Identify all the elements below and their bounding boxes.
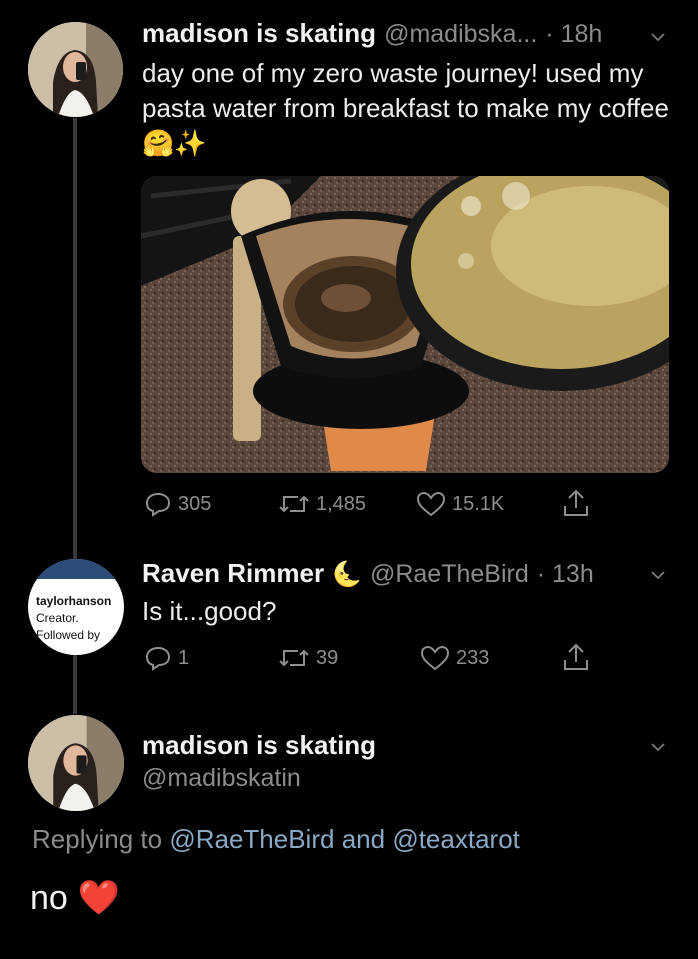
reply-icon xyxy=(145,492,171,517)
heart-emoji: ❤️ xyxy=(77,879,121,917)
emoji: 🤗✨ xyxy=(142,128,207,158)
avatar-text-line: Followed by xyxy=(36,628,101,642)
avatar[interactable]: taylorhanson Creator. Followed by xyxy=(28,559,124,655)
chevron-down-icon[interactable] xyxy=(651,30,665,44)
reply-count: 1 xyxy=(178,646,190,669)
avatar[interactable] xyxy=(28,22,123,117)
like-button[interactable]: 233 xyxy=(420,645,489,671)
reply-count: 305 xyxy=(178,492,212,515)
profile-photo-icon xyxy=(28,22,123,117)
retweet-icon xyxy=(279,495,309,513)
display-name[interactable]: madison is skating xyxy=(142,730,376,761)
display-name[interactable]: madison is skating xyxy=(142,18,376,49)
avatar[interactable] xyxy=(28,715,124,811)
share-icon[interactable] xyxy=(562,488,590,518)
avatar-text-line: Creator. xyxy=(36,611,79,625)
retweet-button[interactable]: 1,485 xyxy=(278,491,366,517)
like-button[interactable]: 15.1K xyxy=(416,491,504,517)
heart-icon xyxy=(420,645,450,671)
tweet-media[interactable] xyxy=(141,176,669,473)
coffee-photo-image xyxy=(141,176,669,473)
share-icon[interactable] xyxy=(562,642,590,672)
profile-photo-icon xyxy=(28,715,124,811)
retweet-count: 39 xyxy=(316,646,339,669)
moon-emoji: 🌜 xyxy=(332,561,362,588)
thread-line xyxy=(73,652,77,714)
chevron-down-icon[interactable] xyxy=(651,568,665,582)
replying-to: Replying to @RaeTheBird and @teaxtarot xyxy=(32,824,520,854)
reply-button[interactable]: 305 xyxy=(144,491,211,517)
mention-link[interactable]: @teaxtarot xyxy=(392,824,520,854)
thread-line xyxy=(73,513,77,563)
retweet-count: 1,485 xyxy=(316,492,367,515)
like-count: 233 xyxy=(456,646,490,669)
thread-line xyxy=(73,118,77,548)
chevron-down-icon[interactable] xyxy=(651,740,665,754)
retweet-icon xyxy=(279,649,309,667)
like-count: 15.1K xyxy=(452,492,505,515)
tweet-text: Is it...good? xyxy=(142,596,277,626)
mention-link[interactable]: @RaeTheBird xyxy=(169,824,334,854)
avatar-text-line: taylorhanson xyxy=(36,594,112,608)
replying-and: and xyxy=(341,824,386,854)
tweet-text: day one of my zero waste journey! used m… xyxy=(142,58,669,158)
handle[interactable]: @madibskatin xyxy=(142,764,301,793)
display-name[interactable]: Raven Rimmer xyxy=(142,558,324,589)
timestamp[interactable]: · 13h xyxy=(537,560,594,589)
reply-button[interactable]: 1 xyxy=(144,645,189,671)
handle[interactable]: @RaeTheBird xyxy=(370,560,529,589)
timestamp[interactable]: · 18h xyxy=(545,20,602,49)
reply-icon xyxy=(145,646,171,671)
heart-icon xyxy=(416,491,446,517)
tweet-text: no ❤️ xyxy=(30,878,121,918)
handle[interactable]: @madibska... xyxy=(384,20,537,49)
retweet-button[interactable]: 39 xyxy=(278,645,338,671)
